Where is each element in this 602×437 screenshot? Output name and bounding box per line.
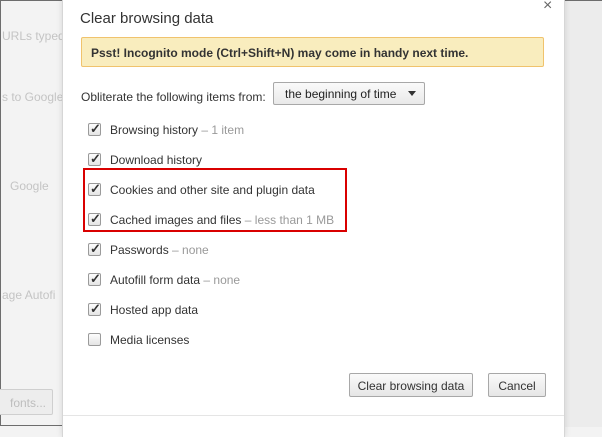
item-label: Media licenses <box>110 333 190 347</box>
item-detail: – none <box>172 243 209 257</box>
item-label: Download history <box>110 153 203 167</box>
checkbox-media-licenses[interactable] <box>88 333 101 346</box>
background-text-autofill: age Autofi <box>2 288 56 302</box>
background-fonts-button: fonts... <box>0 389 53 415</box>
close-icon[interactable]: × <box>543 0 552 14</box>
checkmark-icon: ✓ <box>90 121 101 136</box>
footer-divider <box>63 415 564 416</box>
incognito-tip-banner: Psst! Incognito mode (Ctrl+Shift+N) may … <box>81 37 544 67</box>
item-label: Browsing history <box>110 123 199 137</box>
background-right-panel <box>563 1 602 427</box>
checkmark-icon: ✓ <box>90 301 101 316</box>
highlight-annotation-box <box>83 168 347 232</box>
checkbox-autofill[interactable]: ✓ <box>88 271 101 286</box>
item-detail: – none <box>203 273 241 287</box>
checkmark-icon: ✓ <box>90 241 101 256</box>
dialog-title: Clear browsing data <box>80 10 214 27</box>
cancel-button[interactable]: Cancel <box>488 373 546 397</box>
time-range-select[interactable]: the beginning of time <box>273 82 425 105</box>
checkbox-download-history[interactable]: ✓ <box>88 151 101 166</box>
background-text-urls-typed: URLs typed <box>2 29 65 43</box>
item-label: Autofill form data <box>110 273 201 287</box>
item-detail: – 1 item <box>201 123 245 137</box>
chevron-down-icon <box>408 91 416 96</box>
checkbox-browsing-history[interactable]: ✓ <box>88 121 101 136</box>
background-text-google: Google <box>10 179 49 193</box>
clear-browsing-data-button[interactable]: Clear browsing data <box>349 373 473 397</box>
background-text-google-link: s to Google <box>2 90 64 104</box>
checkmark-icon: ✓ <box>90 271 101 286</box>
item-label: Passwords <box>110 243 169 257</box>
time-range-value: the beginning of time <box>285 87 397 101</box>
checkmark-icon: ✓ <box>90 151 101 166</box>
time-range-label: Obliterate the following items from: <box>81 90 266 104</box>
clear-browsing-data-dialog: Clear browsing data × Psst! Incognito mo… <box>62 0 565 437</box>
checkbox-hosted-app-data[interactable]: ✓ <box>88 301 101 316</box>
checkbox-passwords[interactable]: ✓ <box>88 241 101 256</box>
item-label: Hosted app data <box>110 303 199 317</box>
